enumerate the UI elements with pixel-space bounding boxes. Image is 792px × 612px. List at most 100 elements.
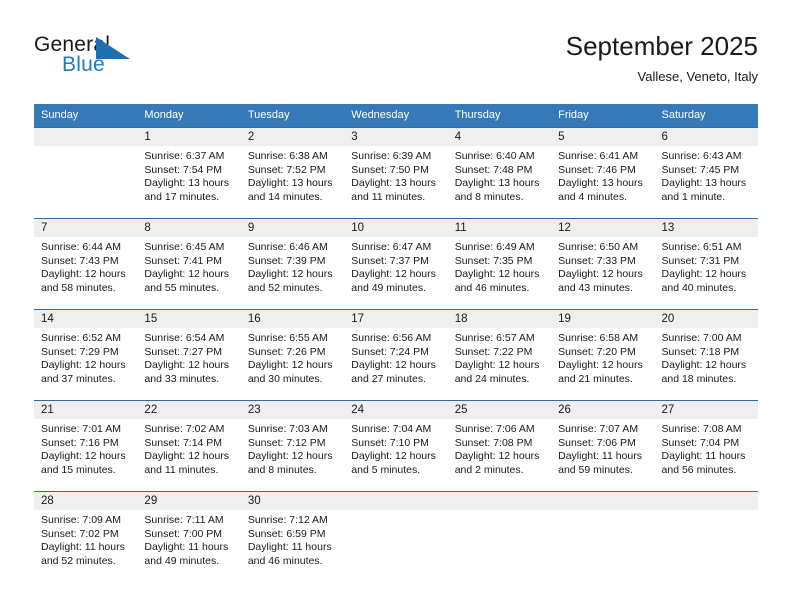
detail-line-sunset: Sunset: 7:04 PM [661, 436, 740, 449]
detail-line-sunset: Sunset: 7:31 PM [661, 254, 740, 267]
detail-line-sunset: Sunset: 7:12 PM [247, 436, 326, 449]
day-number: 2 [240, 128, 345, 146]
day-detail: Sunrise: 7:07 AM Sunset: 7:06 PM Daylight:… [551, 419, 654, 477]
day-detail: Sunrise: 6:43 AM Sunset: 7:45 PM Daylight:… [655, 146, 758, 204]
detail-line-daylight-1: Daylight: 12 hours [661, 359, 747, 372]
day-cell-inner: 25 Sunrise: 7:06 AM Sunset: 7:08 PM Dayligh… [447, 401, 552, 491]
calendar-day-cell[interactable]: 8 Sunrise: 6:45 AM Sunset: 7:41 PM Daylight… [137, 218, 241, 310]
calendar-day-cell[interactable]: 26 Sunrise: 7:07 AM Sunset: 7:06 PM Dayligh… [551, 400, 655, 492]
day-detail: Sunrise: 7:02 AM Sunset: 7:14 PM Daylight:… [137, 419, 240, 477]
calendar-day-cell[interactable]: 1 Sunrise: 6:37 AM Sunset: 7:54 PM Daylight… [137, 127, 241, 219]
calendar-day-cell[interactable]: 9 Sunrise: 6:46 AM Sunset: 7:39 PM Daylight… [240, 218, 345, 310]
calendar-day-cell[interactable]: 27 Sunrise: 7:08 AM Sunset: 7:04 PM Dayligh… [654, 400, 758, 492]
day-number [654, 492, 758, 510]
day-number [34, 128, 138, 146]
day-number: 19 [551, 310, 655, 328]
day-cell-inner: 9 Sunrise: 6:46 AM Sunset: 7:39 PM Daylight… [240, 219, 345, 309]
detail-line-sunset: Sunset: 7:54 PM [144, 163, 223, 176]
weekday-header-friday: Friday [551, 104, 655, 128]
calendar-day-cell[interactable]: 17 Sunrise: 6:56 AM Sunset: 7:24 PM Dayligh… [344, 309, 448, 401]
day-number: 24 [344, 401, 448, 419]
calendar-week-row: 14 Sunrise: 6:52 AM Sunset: 7:29 PM Dayligh… [34, 309, 758, 401]
day-cell-inner: 6 Sunrise: 6:43 AM Sunset: 7:45 PM Daylight… [654, 128, 758, 218]
detail-line-sunset: Sunset: 7:35 PM [454, 254, 533, 267]
calendar-day-cell[interactable]: 18 Sunrise: 6:57 AM Sunset: 7:22 PM Dayligh… [447, 309, 552, 401]
calendar-day-cell[interactable]: 13 Sunrise: 6:51 AM Sunset: 7:31 PM Dayligh… [654, 218, 758, 310]
detail-line-daylight-1: Daylight: 12 hours [454, 450, 540, 463]
detail-line-sunrise: Sunrise: 6:54 AM [144, 332, 225, 344]
detail-line-daylight-1: Daylight: 12 hours [454, 359, 540, 372]
detail-line-daylight-1: Daylight: 12 hours [351, 268, 436, 281]
day-detail: Sunrise: 7:09 AM Sunset: 7:02 PM Daylight:… [34, 510, 137, 568]
detail-line-sunset: Sunset: 7:50 PM [351, 163, 429, 176]
day-cell-inner: 10 Sunrise: 6:47 AM Sunset: 7:37 PM Dayligh… [344, 219, 448, 309]
day-detail [344, 510, 447, 514]
calendar-day-cell[interactable]: 24 Sunrise: 7:04 AM Sunset: 7:10 PM Dayligh… [344, 400, 448, 492]
day-cell-inner: 24 Sunrise: 7:04 AM Sunset: 7:10 PM Dayligh… [344, 401, 448, 491]
detail-line-daylight-2: and 56 minutes. [661, 463, 737, 476]
detail-line-sunrise: Sunrise: 6:44 AM [41, 241, 121, 253]
detail-line-daylight-2: and 21 minutes. [558, 372, 633, 385]
calendar-day-cell[interactable]: 30 Sunrise: 7:12 AM Sunset: 6:59 PM Dayligh… [240, 491, 345, 578]
detail-line-daylight-2: and 33 minutes. [144, 372, 220, 385]
detail-line-daylight-2: and 18 minutes. [661, 372, 737, 385]
calendar-empty-cell [654, 491, 758, 578]
detail-line-sunset: Sunset: 7:45 PM [661, 163, 740, 176]
calendar-day-cell[interactable]: 4 Sunrise: 6:40 AM Sunset: 7:48 PM Daylight… [447, 127, 552, 219]
page-title: September 2025 [565, 31, 758, 61]
calendar-week-row: 7 Sunrise: 6:44 AM Sunset: 7:43 PM Daylight… [34, 218, 758, 310]
day-detail: Sunrise: 6:58 AM Sunset: 7:20 PM Daylight:… [551, 328, 654, 386]
day-detail: Sunrise: 6:38 AM Sunset: 7:52 PM Daylight:… [241, 146, 344, 204]
detail-line-sunrise: Sunrise: 6:46 AM [247, 241, 328, 253]
calendar-day-cell[interactable]: 6 Sunrise: 6:43 AM Sunset: 7:45 PM Daylight… [654, 127, 758, 219]
calendar-header-row: Sunday Monday Tuesday Wednesday Thursday… [34, 104, 758, 128]
day-cell-inner: 22 Sunrise: 7:02 AM Sunset: 7:14 PM Dayligh… [137, 401, 241, 491]
calendar-day-cell[interactable]: 21 Sunrise: 7:01 AM Sunset: 7:16 PM Dayligh… [34, 400, 138, 492]
calendar-day-cell[interactable]: 12 Sunrise: 6:50 AM Sunset: 7:33 PM Dayligh… [551, 218, 655, 310]
calendar-day-cell[interactable]: 10 Sunrise: 6:47 AM Sunset: 7:37 PM Dayligh… [344, 218, 448, 310]
calendar-day-cell[interactable]: 11 Sunrise: 6:49 AM Sunset: 7:35 PM Dayligh… [447, 218, 552, 310]
detail-line-daylight-1: Daylight: 12 hours [247, 268, 333, 281]
calendar-day-cell[interactable]: 3 Sunrise: 6:39 AM Sunset: 7:50 PM Daylight… [344, 127, 448, 219]
day-cell-inner: 15 Sunrise: 6:54 AM Sunset: 7:27 PM Dayligh… [137, 310, 241, 400]
day-number: 30 [240, 492, 345, 510]
calendar-day-cell[interactable]: 19 Sunrise: 6:58 AM Sunset: 7:20 PM Dayligh… [551, 309, 655, 401]
detail-line-sunset: Sunset: 7:33 PM [558, 254, 636, 267]
calendar-day-cell[interactable]: 22 Sunrise: 7:02 AM Sunset: 7:14 PM Dayligh… [137, 400, 241, 492]
detail-line-daylight-1: Daylight: 12 hours [558, 268, 643, 281]
calendar-day-cell[interactable]: 7 Sunrise: 6:44 AM Sunset: 7:43 PM Daylight… [34, 218, 138, 310]
day-number: 26 [551, 401, 655, 419]
day-cell-inner: 7 Sunrise: 6:44 AM Sunset: 7:43 PM Daylight… [34, 219, 138, 309]
detail-line-daylight-2: and 40 minutes. [661, 281, 737, 294]
day-number: 3 [344, 128, 448, 146]
detail-line-sunrise: Sunrise: 6:52 AM [41, 332, 121, 344]
calendar-day-cell[interactable]: 28 Sunrise: 7:09 AM Sunset: 7:02 PM Dayligh… [34, 491, 138, 578]
detail-line-sunset: Sunset: 7:37 PM [351, 254, 429, 267]
calendar-day-cell[interactable]: 25 Sunrise: 7:06 AM Sunset: 7:08 PM Dayligh… [447, 400, 552, 492]
calendar-day-cell[interactable]: 15 Sunrise: 6:54 AM Sunset: 7:27 PM Dayligh… [137, 309, 241, 401]
day-number: 12 [551, 219, 655, 237]
day-detail: Sunrise: 7:04 AM Sunset: 7:10 PM Daylight:… [344, 419, 447, 477]
detail-line-sunrise: Sunrise: 6:40 AM [454, 150, 535, 162]
calendar-week-row: 28 Sunrise: 7:09 AM Sunset: 7:02 PM Dayligh… [34, 491, 758, 578]
day-number [551, 492, 655, 510]
day-detail: Sunrise: 6:37 AM Sunset: 7:54 PM Daylight:… [137, 146, 240, 204]
detail-line-daylight-1: Daylight: 12 hours [41, 268, 126, 281]
calendar-day-cell[interactable]: 14 Sunrise: 6:52 AM Sunset: 7:29 PM Dayligh… [34, 309, 138, 401]
detail-line-daylight-1: Daylight: 12 hours [41, 359, 126, 372]
day-number [344, 492, 448, 510]
calendar-day-cell[interactable]: 23 Sunrise: 7:03 AM Sunset: 7:12 PM Dayligh… [240, 400, 345, 492]
day-number: 27 [654, 401, 758, 419]
detail-line-sunset: Sunset: 7:43 PM [41, 254, 119, 267]
detail-line-daylight-1: Daylight: 12 hours [558, 359, 643, 372]
detail-line-daylight-1: Daylight: 11 hours [558, 450, 642, 463]
day-detail: Sunrise: 6:39 AM Sunset: 7:50 PM Daylight:… [344, 146, 447, 204]
calendar-day-cell[interactable]: 2 Sunrise: 6:38 AM Sunset: 7:52 PM Daylight… [240, 127, 345, 219]
detail-line-daylight-2: and 37 minutes. [41, 372, 116, 385]
calendar-day-cell[interactable]: 20 Sunrise: 7:00 AM Sunset: 7:18 PM Dayligh… [654, 309, 758, 401]
calendar-day-cell[interactable]: 5 Sunrise: 6:41 AM Sunset: 7:46 PM Daylight… [551, 127, 655, 219]
general-blue-logo[interactable]: General Blue [34, 34, 234, 90]
detail-line-sunset: Sunset: 7:39 PM [247, 254, 326, 267]
calendar-day-cell[interactable]: 16 Sunrise: 6:55 AM Sunset: 7:26 PM Dayligh… [240, 309, 345, 401]
calendar-day-cell[interactable]: 29 Sunrise: 7:11 AM Sunset: 7:00 PM Dayligh… [137, 491, 241, 578]
